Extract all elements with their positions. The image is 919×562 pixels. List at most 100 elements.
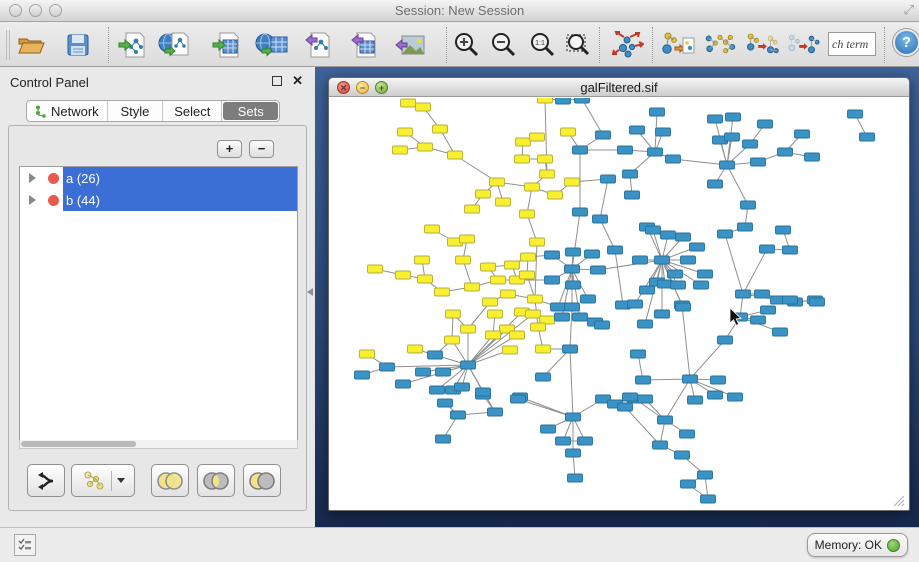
graph-node[interactable] — [585, 250, 600, 258]
graph-node[interactable] — [805, 153, 820, 161]
graph-node[interactable] — [565, 303, 580, 311]
graph-node[interactable] — [581, 295, 596, 303]
graph-node[interactable] — [476, 388, 491, 396]
remove-set-button[interactable]: − — [249, 140, 274, 158]
graph-node[interactable] — [433, 125, 448, 133]
graph-node[interactable] — [451, 411, 466, 419]
split-set-button[interactable] — [27, 464, 65, 497]
graph-node[interactable] — [648, 148, 663, 156]
graph-node[interactable] — [568, 474, 583, 482]
graph-node[interactable] — [555, 313, 570, 321]
graph-node[interactable] — [436, 435, 451, 443]
graph-node[interactable] — [711, 376, 726, 384]
graph-node[interactable] — [760, 245, 775, 253]
graph-node[interactable] — [701, 495, 716, 503]
graph-node[interactable] — [438, 399, 453, 407]
graph-node[interactable] — [425, 225, 440, 233]
graph-node[interactable] — [511, 395, 526, 403]
copy-network-button[interactable] — [661, 28, 695, 62]
graph-node[interactable] — [488, 408, 503, 416]
float-panel-icon[interactable] — [272, 76, 282, 86]
help-button[interactable]: ? — [893, 29, 919, 56]
graph-node[interactable] — [573, 208, 588, 216]
collapse-panel-arrow[interactable] — [307, 288, 313, 296]
graph-node[interactable] — [540, 170, 555, 178]
graph-node[interactable] — [448, 151, 463, 159]
graph-node[interactable] — [418, 275, 433, 283]
graph-node[interactable] — [536, 345, 551, 353]
graph-node[interactable] — [566, 413, 581, 421]
graph-node[interactable] — [415, 256, 430, 264]
graph-node[interactable] — [668, 270, 683, 278]
graph-node[interactable] — [688, 396, 703, 404]
graph-node[interactable] — [566, 449, 581, 457]
graph-node[interactable] — [530, 133, 545, 141]
sets-list[interactable]: a (26) b (44) — [19, 166, 298, 448]
graph-node[interactable] — [618, 403, 633, 411]
graph-node[interactable] — [380, 363, 395, 371]
graph-node[interactable] — [655, 310, 670, 318]
graph-node[interactable] — [596, 131, 611, 139]
graph-node[interactable] — [393, 146, 408, 154]
zoom-fit-button[interactable] — [561, 28, 595, 62]
graph-node[interactable] — [623, 170, 638, 178]
horizontal-scrollbar[interactable] — [19, 440, 298, 449]
graph-node[interactable] — [666, 155, 681, 163]
apply-layout-button[interactable] — [611, 28, 645, 62]
graph-node[interactable] — [795, 130, 810, 138]
import-table-file-button[interactable] — [210, 28, 244, 62]
graph-node[interactable] — [680, 430, 695, 438]
graph-node[interactable] — [738, 223, 753, 231]
graph-node[interactable] — [556, 98, 571, 104]
graph-node[interactable] — [623, 393, 638, 401]
create-set-dropdown-button[interactable] — [71, 464, 135, 497]
graph-node[interactable] — [538, 98, 553, 103]
graph-node[interactable] — [810, 298, 825, 306]
export-network-button[interactable] — [301, 28, 335, 62]
graph-node[interactable] — [625, 191, 640, 199]
graph-node[interactable] — [776, 226, 791, 234]
graph-node[interactable] — [783, 296, 798, 304]
graph-node[interactable] — [595, 321, 610, 329]
graph-node[interactable] — [743, 140, 758, 148]
graph-node[interactable] — [671, 281, 686, 289]
graph-node[interactable] — [565, 178, 580, 186]
graph-node[interactable] — [481, 263, 496, 271]
import-table-web-button[interactable] — [255, 28, 289, 62]
graph-node[interactable] — [566, 248, 581, 256]
graph-node[interactable] — [650, 108, 665, 116]
merge-networks-button[interactable] — [703, 28, 737, 62]
search-input[interactable] — [828, 32, 876, 56]
close-panel-icon[interactable]: ✕ — [292, 73, 303, 89]
graph-node[interactable] — [515, 155, 530, 163]
graph-node[interactable] — [860, 133, 875, 141]
network-window-titlebar[interactable]: galFiltered.sif ✕ − + — [329, 78, 909, 97]
open-folder-button[interactable] — [14, 28, 48, 62]
graph-node[interactable] — [525, 183, 540, 191]
graph-node[interactable] — [516, 138, 531, 146]
graph-node[interactable] — [496, 198, 511, 206]
graph-node[interactable] — [360, 350, 375, 358]
graph-node[interactable] — [445, 336, 460, 344]
graph-node[interactable] — [565, 265, 580, 273]
graph-node[interactable] — [428, 351, 443, 359]
graph-node[interactable] — [646, 226, 661, 234]
graph-node[interactable] — [726, 113, 741, 121]
graph-node[interactable] — [655, 256, 670, 264]
graph-node[interactable] — [708, 115, 723, 123]
graph-node[interactable] — [416, 368, 431, 376]
list-item[interactable]: a (26) — [20, 167, 297, 189]
graph-node[interactable] — [456, 256, 471, 264]
graph-node[interactable] — [465, 283, 480, 291]
export-image-button[interactable] — [392, 28, 426, 62]
network-window[interactable]: galFiltered.sif ✕ − + — [328, 77, 910, 511]
graph-node[interactable] — [578, 437, 593, 445]
graph-node[interactable] — [545, 276, 560, 284]
disclosure-triangle-icon[interactable] — [29, 173, 36, 183]
graph-node[interactable] — [698, 270, 713, 278]
memory-status-button[interactable]: Memory: OK — [807, 533, 908, 557]
graph-node[interactable] — [640, 286, 655, 294]
graph-node[interactable] — [401, 99, 416, 107]
graph-node[interactable] — [355, 371, 370, 379]
graph-node[interactable] — [690, 243, 705, 251]
